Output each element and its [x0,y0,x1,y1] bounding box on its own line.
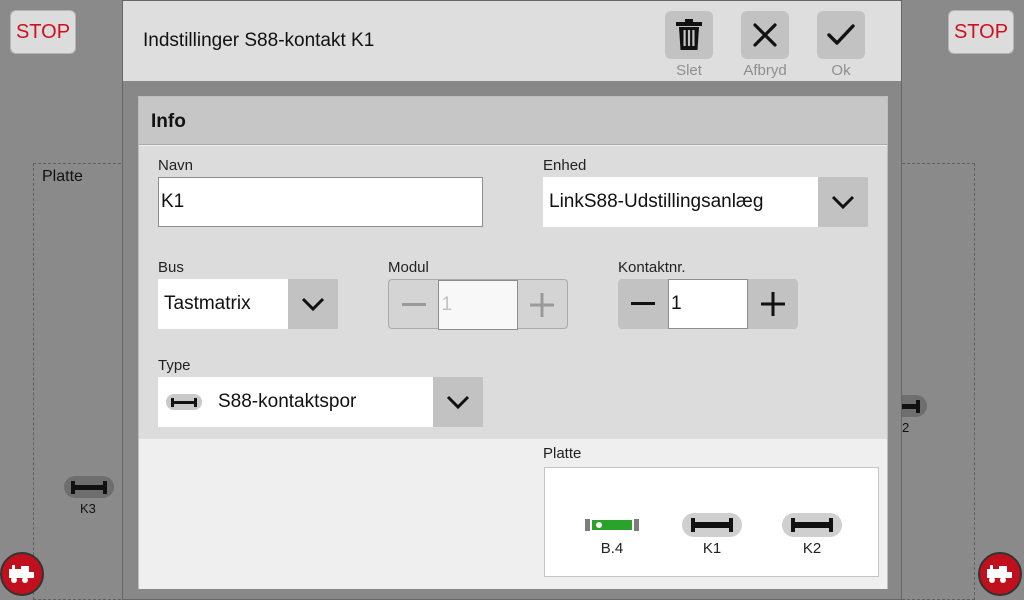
name-label: Navn [158,157,194,174]
locomotive-button-right[interactable] [978,552,1022,596]
type-select-value: S88-kontaktspor [218,391,357,412]
track-contact-icon [166,394,202,410]
preview-label: Platte [543,445,582,462]
track-contact-icon [782,513,842,537]
preview-item-k2 [782,510,842,540]
module-value: 1 [438,280,518,330]
preview-item-k1 [682,510,742,540]
settings-dialog: Indstillinger S88-kontakt K1 Slet Afbryd [122,0,902,600]
bus-select-value: Tastmatrix [164,293,251,314]
bus-select[interactable]: Tastmatrix [158,279,338,329]
preview-item-label: K1 [702,540,722,557]
module-label: Modul [388,259,429,276]
plus-icon [518,280,567,330]
stop-button-left[interactable]: STOP [10,10,76,54]
trash-icon [676,19,702,50]
device-select-value: LinkS88-Udstillingsanlæg [549,191,764,212]
contact-number-input[interactable]: 1 [668,279,748,329]
close-icon [753,23,777,47]
track-contact-k3[interactable] [64,476,114,498]
track-contact-icon [682,513,742,537]
ok-button-label: Ok [831,62,851,79]
contact-number-stepper: 1 [618,279,798,329]
preview-item-label: B.4 [600,540,624,557]
track-label-k2-partial: 2 [902,420,910,435]
ok-button[interactable] [817,11,865,59]
plus-icon[interactable] [748,279,798,329]
stop-button-right[interactable]: STOP [948,10,1014,54]
delete-button-label: Slet [676,62,702,79]
block-section-icon [585,519,639,531]
locomotive-icon [987,565,1012,583]
dialog-content: Info Navn K1 Enhed LinkS88-Udstillingsan… [138,96,888,589]
layout-preview-area: Platte B.4 K1 K2 [139,439,887,589]
bus-label: Bus [158,259,184,276]
layout-preview: B.4 K1 K2 [544,467,879,577]
device-label: Enhed [543,157,587,174]
info-section-header: Info [139,97,887,145]
locomotive-button-left[interactable] [0,552,44,596]
module-stepper: 1 [388,279,568,330]
name-input[interactable]: K1 [158,177,483,227]
preview-item-block [582,510,642,540]
layout-panel-title: Platte [42,168,83,185]
info-form: Navn K1 Enhed LinkS88-Udstillingsanlæg B… [139,146,887,439]
minus-icon[interactable] [618,279,668,329]
track-label-k3: K3 [80,501,96,516]
chevron-down-icon[interactable] [433,377,483,427]
info-section-title: Info [151,111,186,132]
delete-button[interactable] [665,11,713,59]
dialog-title: Indstillinger S88-kontakt K1 [143,30,375,51]
locomotive-icon [9,565,34,583]
type-select[interactable]: S88-kontaktspor [158,377,483,427]
device-select[interactable]: LinkS88-Udstillingsanlæg [543,177,868,227]
cancel-button-label: Afbryd [743,62,787,79]
chevron-down-icon[interactable] [288,279,338,329]
type-label: Type [158,357,191,374]
minus-icon [389,280,438,330]
preview-item-label: K2 [802,540,822,557]
dialog-header: Indstillinger S88-kontakt K1 Slet Afbryd [123,1,901,81]
chevron-down-icon[interactable] [818,177,868,227]
cancel-button[interactable] [741,11,789,59]
contact-number-label: Kontaktnr. [618,259,686,276]
type-select-value-container: S88-kontaktspor [158,377,433,427]
checkmark-icon [827,24,855,45]
